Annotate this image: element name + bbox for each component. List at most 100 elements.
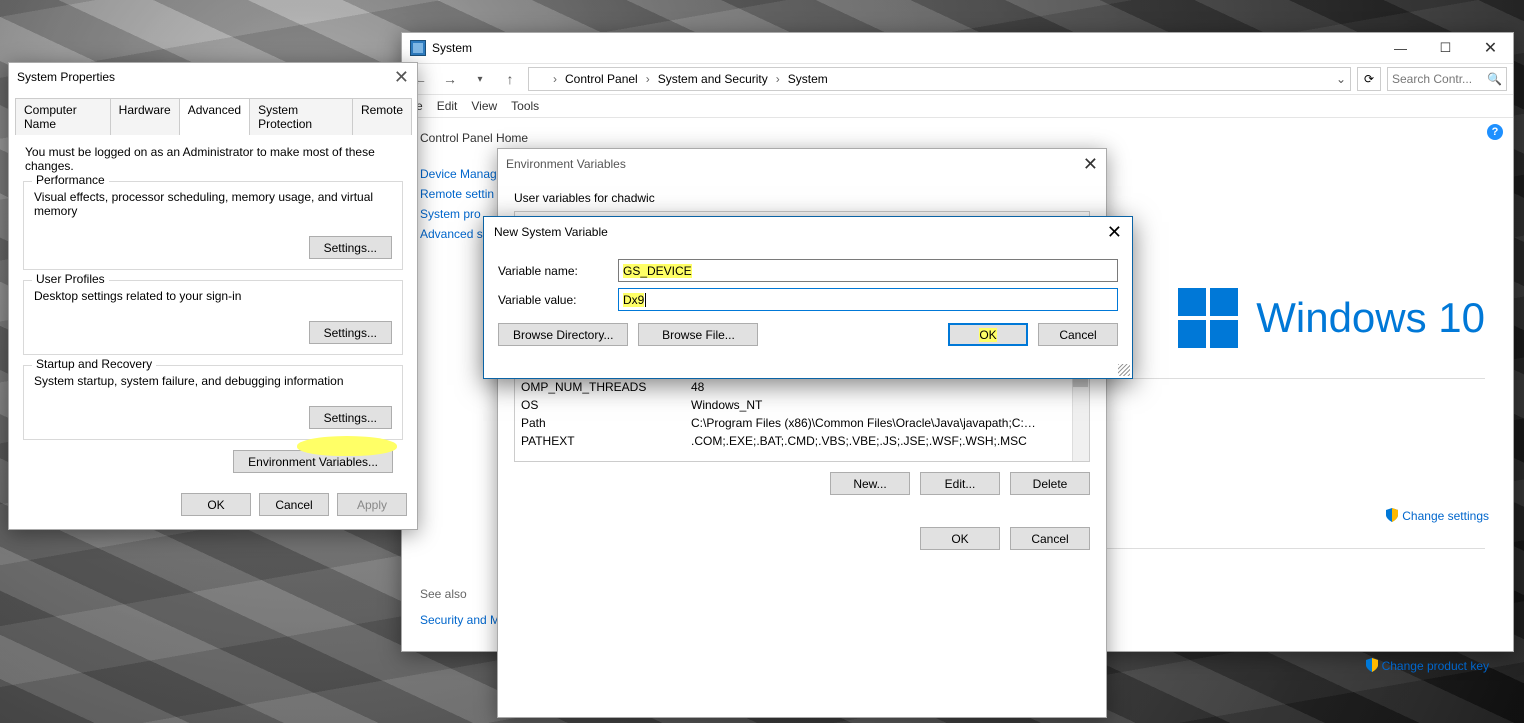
- startup-recovery-group: Startup and Recovery System startup, sys…: [23, 365, 403, 440]
- refresh-button[interactable]: ⟳: [1357, 67, 1381, 91]
- envvars-title: Environment Variables: [506, 157, 626, 171]
- new-system-variable-dialog: New System Variable ✕ Variable name: GS_…: [483, 216, 1133, 379]
- crumb-sys-security[interactable]: System and Security: [654, 72, 772, 86]
- browse-directory-button[interactable]: Browse Directory...: [498, 323, 628, 346]
- crumb-system[interactable]: System: [784, 72, 832, 86]
- system-properties-dialog: System Properties ✕ Computer Name Hardwa…: [8, 62, 418, 530]
- cancel-button[interactable]: Cancel: [1038, 323, 1118, 346]
- security-maintenance-link[interactable]: Security and M: [420, 613, 500, 627]
- user-profiles-group: User Profiles Desktop settings related t…: [23, 280, 403, 355]
- user-vars-label: User variables for chadwic: [514, 191, 1090, 205]
- tab-computer-name[interactable]: Computer Name: [15, 98, 111, 135]
- ok-button[interactable]: OK: [948, 323, 1028, 346]
- cell-variable: OMP_NUM_THREADS: [515, 378, 685, 396]
- menu-view[interactable]: View: [471, 99, 497, 113]
- menu-edit[interactable]: Edit: [437, 99, 458, 113]
- highlight-blob: [297, 436, 397, 456]
- see-also-label: See also: [420, 587, 500, 601]
- up-button[interactable]: ↑: [498, 67, 522, 91]
- maximize-button[interactable]: ☐: [1423, 34, 1468, 62]
- help-icon[interactable]: ?: [1487, 124, 1503, 140]
- performance-legend: Performance: [32, 173, 109, 187]
- control-panel-home-link[interactable]: Control Panel Home: [420, 128, 602, 148]
- table-row[interactable]: OSWindows_NT: [515, 396, 1089, 414]
- nsv-title: New System Variable: [494, 225, 608, 239]
- system-title: System: [432, 41, 472, 55]
- system-delete-button[interactable]: Delete: [1010, 472, 1090, 495]
- resize-grip[interactable]: [1118, 364, 1130, 376]
- nsv-titlebar: New System Variable ✕: [484, 217, 1132, 247]
- variable-value-value: Dx9: [623, 293, 644, 307]
- user-profiles-desc: Desktop settings related to your sign-in: [34, 289, 392, 303]
- forward-button[interactable]: →: [438, 67, 462, 91]
- menubar: e Edit View Tools: [402, 95, 1513, 118]
- addr-dropdown-icon[interactable]: ⌄: [1336, 72, 1346, 86]
- cancel-button[interactable]: Cancel: [259, 493, 329, 516]
- variable-name-value: GS_DEVICE: [623, 264, 692, 278]
- address-row: ← → ▾ ↑ › Control Panel › System and Sec…: [402, 63, 1513, 95]
- search-placeholder: Search Contr...: [1392, 72, 1472, 86]
- table-row[interactable]: PATHEXT.COM;.EXE;.BAT;.CMD;.VBS;.VBE;.JS…: [515, 432, 1089, 450]
- windows10-text: Windows 10: [1256, 294, 1485, 342]
- search-box[interactable]: Search Contr... 🔍: [1387, 67, 1507, 91]
- startup-recovery-desc: System startup, system failure, and debu…: [34, 374, 392, 388]
- admin-notice: You must be logged on as an Administrato…: [25, 145, 401, 173]
- system-edit-button[interactable]: Edit...: [920, 472, 1000, 495]
- close-icon[interactable]: ✕: [394, 67, 409, 88]
- see-also: See also Security and M: [420, 587, 500, 627]
- sysprops-bottom-buttons: OK Cancel Apply: [9, 487, 417, 522]
- close-icon[interactable]: ✕: [1083, 154, 1098, 175]
- envvars-titlebar: Environment Variables ✕: [498, 149, 1106, 179]
- tab-remote[interactable]: Remote: [352, 98, 412, 135]
- cell-value: C:\Program Files (x86)\Common Files\Orac…: [685, 414, 1045, 432]
- cell-variable: Path: [515, 414, 685, 432]
- variable-value-input[interactable]: Dx9: [618, 288, 1118, 311]
- startup-recovery-settings-button[interactable]: Settings...: [309, 406, 392, 429]
- table-row[interactable]: OMP_NUM_THREADS48: [515, 378, 1089, 396]
- variable-value-label: Variable value:: [498, 293, 618, 307]
- cancel-button[interactable]: Cancel: [1010, 527, 1090, 550]
- cell-variable: OS: [515, 396, 685, 414]
- menu-tools[interactable]: Tools: [511, 99, 539, 113]
- ok-button[interactable]: OK: [920, 527, 1000, 550]
- search-icon: 🔍: [1487, 72, 1502, 86]
- crumb-sep: ›: [553, 72, 557, 86]
- system-new-button[interactable]: New...: [830, 472, 910, 495]
- sysprops-titlebar: System Properties ✕: [9, 63, 417, 91]
- change-settings-link[interactable]: Change settings: [1386, 508, 1489, 523]
- change-product-key-link[interactable]: Change product key: [1366, 658, 1489, 673]
- sysprops-title: System Properties: [17, 70, 115, 84]
- text-caret: [645, 293, 646, 307]
- cell-value: Windows_NT: [685, 396, 1045, 414]
- variable-name-label: Variable name:: [498, 264, 618, 278]
- apply-button: Apply: [337, 493, 407, 516]
- ok-button[interactable]: OK: [181, 493, 251, 516]
- cell-value: .COM;.EXE;.BAT;.CMD;.VBS;.VBE;.JS;.JSE;.…: [685, 432, 1045, 450]
- recent-dropdown[interactable]: ▾: [468, 67, 492, 91]
- sysprops-tabs: Computer Name Hardware Advanced System P…: [15, 97, 411, 135]
- table-row[interactable]: PathC:\Program Files (x86)\Common Files\…: [515, 414, 1089, 432]
- envvars-bottom: OK Cancel: [498, 521, 1106, 558]
- windows-logo: Windows 10: [1178, 288, 1485, 348]
- user-profiles-settings-button[interactable]: Settings...: [309, 321, 392, 344]
- cell-variable: PATHEXT: [515, 432, 685, 450]
- breadcrumb-bar[interactable]: › Control Panel › System and Security › …: [528, 67, 1351, 91]
- minimize-button[interactable]: —: [1378, 34, 1423, 62]
- tab-hardware[interactable]: Hardware: [110, 98, 180, 135]
- performance-settings-button[interactable]: Settings...: [309, 236, 392, 259]
- user-profiles-legend: User Profiles: [32, 272, 109, 286]
- crumb-control-panel[interactable]: Control Panel: [561, 72, 642, 86]
- browse-file-button[interactable]: Browse File...: [638, 323, 758, 346]
- pc-icon: [533, 71, 549, 87]
- variable-name-input[interactable]: GS_DEVICE: [618, 259, 1118, 282]
- windows-squares-icon: [1178, 288, 1238, 348]
- tab-advanced[interactable]: Advanced: [179, 98, 250, 135]
- shield-icon: [1366, 658, 1378, 672]
- system-titlebar: System — ☐ ✕: [402, 33, 1513, 63]
- tab-system-protection[interactable]: System Protection: [249, 98, 353, 135]
- shield-icon: [1386, 508, 1398, 522]
- system-vars-buttons: New... Edit... Delete: [514, 472, 1090, 495]
- close-button[interactable]: ✕: [1468, 34, 1513, 62]
- close-icon[interactable]: ✕: [1107, 222, 1122, 243]
- startup-recovery-legend: Startup and Recovery: [32, 357, 156, 371]
